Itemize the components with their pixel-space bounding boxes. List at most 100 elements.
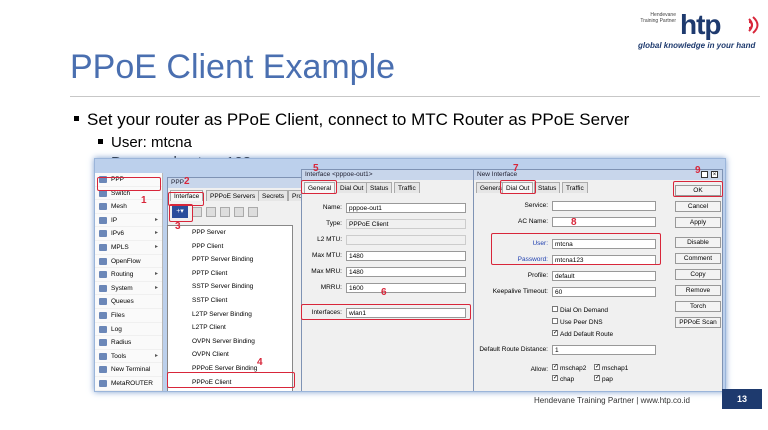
dial-on-demand-checkbox[interactable]: Dial On Demand [552, 306, 608, 314]
htp-logo: Hendevane Training Partner htp global kn… [636, 10, 762, 54]
menu-item-ppp-client[interactable]: PPP Client [168, 240, 292, 254]
radius-icon [99, 339, 107, 347]
step-number: 7 [513, 163, 519, 174]
filter-icon[interactable] [248, 207, 258, 217]
menu-item-ppp-server[interactable]: PPP Server [168, 226, 292, 240]
logo-brand: htp [680, 9, 722, 40]
mpls-icon [99, 243, 107, 251]
sidebar-item-new-terminal[interactable]: New Terminal [95, 363, 162, 377]
menu-item-ovpn-client[interactable]: OVPN Client [168, 348, 292, 362]
sidebar-item-files[interactable]: Files [95, 309, 162, 323]
allow-mschap1-checkbox[interactable]: ✓ mschap1 [594, 364, 628, 372]
tab-traffic[interactable]: Traffic [562, 182, 588, 193]
sidebar-item-routing[interactable]: Routing ▸ [95, 268, 162, 282]
system-icon [99, 284, 107, 292]
remove-button[interactable]: Remove [675, 285, 721, 296]
keepalive-label: Keepalive Timeout: [492, 288, 548, 295]
profile-select[interactable]: default [552, 271, 656, 281]
logo-tagline: global knowledge in your hand [638, 41, 756, 50]
max-mtu-field[interactable]: 1480 [346, 251, 466, 261]
highlight-ppp [97, 177, 161, 191]
allow-chap-checkbox[interactable]: ✓ chap [552, 375, 574, 383]
allow-mschap2-checkbox[interactable]: ✓ mschap2 [552, 364, 586, 372]
menu-item-ovpn-server-binding[interactable]: OVPN Server Binding [168, 335, 292, 349]
chevron-right-icon: ▸ [154, 352, 158, 359]
sidebar-item-metarouter[interactable]: MetaROUTER [95, 377, 162, 391]
max-mru-field[interactable]: 1480 [346, 267, 466, 277]
ac-name-field[interactable] [552, 217, 656, 227]
sidebar-item-ip[interactable]: IP ▸ [95, 214, 162, 228]
max-mru-label: Max MRU: [311, 268, 342, 275]
sidebar-item-radius[interactable]: Radius [95, 336, 162, 350]
close-icon[interactable]: × [711, 171, 718, 178]
service-field[interactable] [552, 201, 656, 211]
tab-status[interactable]: Status [534, 182, 561, 193]
chevron-right-icon: ▸ [154, 216, 158, 223]
queues-icon [99, 298, 107, 306]
pppoe-scan-button[interactable]: PPPoE Scan [675, 317, 721, 328]
add-default-route-checkbox[interactable]: ✓ Add Default Route [552, 330, 613, 338]
cancel-button[interactable]: Cancel [675, 201, 721, 212]
step-number: 4 [257, 357, 263, 368]
tab-secrets[interactable]: Secrets [258, 190, 289, 201]
highlight-interfaces [301, 304, 471, 320]
menu-item-pptp-server-binding[interactable]: PPTP Server Binding [168, 253, 292, 267]
step-number: 1 [141, 195, 147, 206]
copy-button[interactable]: Copy [675, 269, 721, 280]
menu-item-pptp-client[interactable]: PPTP Client [168, 267, 292, 281]
disable-icon[interactable] [220, 207, 230, 217]
bullet-main: Set your router as PPoE Client, connect … [74, 110, 629, 130]
allow-pap-checkbox[interactable]: ✓ pap [594, 375, 613, 383]
checkbox-checked-icon: ✓ [552, 375, 559, 382]
highlight-dial-out-tab [500, 180, 536, 194]
sidebar-item-system[interactable]: System ▸ [95, 282, 162, 296]
menu-item-sstp-client[interactable]: SSTP Client [168, 294, 292, 308]
sidebar-item-mpls[interactable]: MPLS ▸ [95, 241, 162, 255]
menu-item-l2tp-client[interactable]: L2TP Client [168, 321, 292, 335]
mrru-field[interactable]: 1600 [346, 283, 466, 293]
metarouter-icon [99, 379, 107, 387]
sidebar-item-mesh[interactable]: Mesh [95, 200, 162, 214]
route-distance-field[interactable]: 1 [552, 345, 656, 355]
remove-icon[interactable] [206, 207, 216, 217]
tab-status[interactable]: Status [366, 182, 393, 193]
keepalive-field[interactable]: 60 [552, 287, 656, 297]
name-field[interactable]: pppoe-out1 [346, 203, 466, 213]
menu-item-sstp-server-binding[interactable]: SSTP Server Binding [168, 280, 292, 294]
enable-icon[interactable] [192, 207, 202, 217]
checkbox-checked-icon: ✓ [552, 330, 559, 337]
signal-icon [748, 16, 759, 34]
use-peer-dns-checkbox[interactable]: Use Peer DNS [552, 318, 603, 326]
highlight-general-tab [301, 180, 337, 194]
chevron-right-icon: ▸ [154, 271, 158, 278]
sidebar-item-log[interactable]: Log [95, 323, 162, 337]
tab-traffic[interactable]: Traffic [394, 182, 420, 193]
ac-name-label: AC Name: [518, 218, 548, 225]
sidebar-item-tools[interactable]: Tools ▸ [95, 350, 162, 364]
sidebar-item-ipv6[interactable]: IPv6 ▸ [95, 227, 162, 241]
ipv6-icon [99, 230, 107, 238]
highlight-pppoe-client [167, 372, 295, 388]
winbox-sidebar: PPP Switch Mesh IP ▸ IPv6 ▸ MPLS ▸ OpenFlow… [95, 173, 163, 391]
menu-item-l2tp-server-binding[interactable]: L2TP Server Binding [168, 308, 292, 322]
logo-small-text: Hendevane Training Partner [640, 12, 676, 24]
tab-pppoe-servers[interactable]: PPPoE Servers [206, 190, 260, 201]
profile-label: Profile: [527, 272, 548, 279]
checkbox-icon [552, 318, 558, 325]
interface-window: Interface <pppoe-out1> General Dial Out … [301, 169, 475, 391]
type-label: Type: [326, 220, 342, 227]
apply-button[interactable]: Apply [675, 217, 721, 228]
interface-window-title: Interface <pppoe-out1> [302, 170, 474, 180]
sidebar-item-queues[interactable]: Queues [95, 295, 162, 309]
route-distance-label: Default Route Distance: [479, 346, 548, 353]
maximize-icon[interactable] [701, 171, 708, 178]
tab-dial-out[interactable]: Dial Out [336, 182, 368, 193]
torch-button[interactable]: Torch [675, 301, 721, 312]
highlight-add-button [169, 204, 193, 222]
l2mtu-value [346, 235, 466, 245]
comment-icon[interactable] [234, 207, 244, 217]
comment-button[interactable]: Comment [675, 253, 721, 264]
checkbox-icon [552, 306, 558, 313]
sidebar-item-openflow[interactable]: OpenFlow [95, 255, 162, 269]
disable-button[interactable]: Disable [675, 237, 721, 248]
